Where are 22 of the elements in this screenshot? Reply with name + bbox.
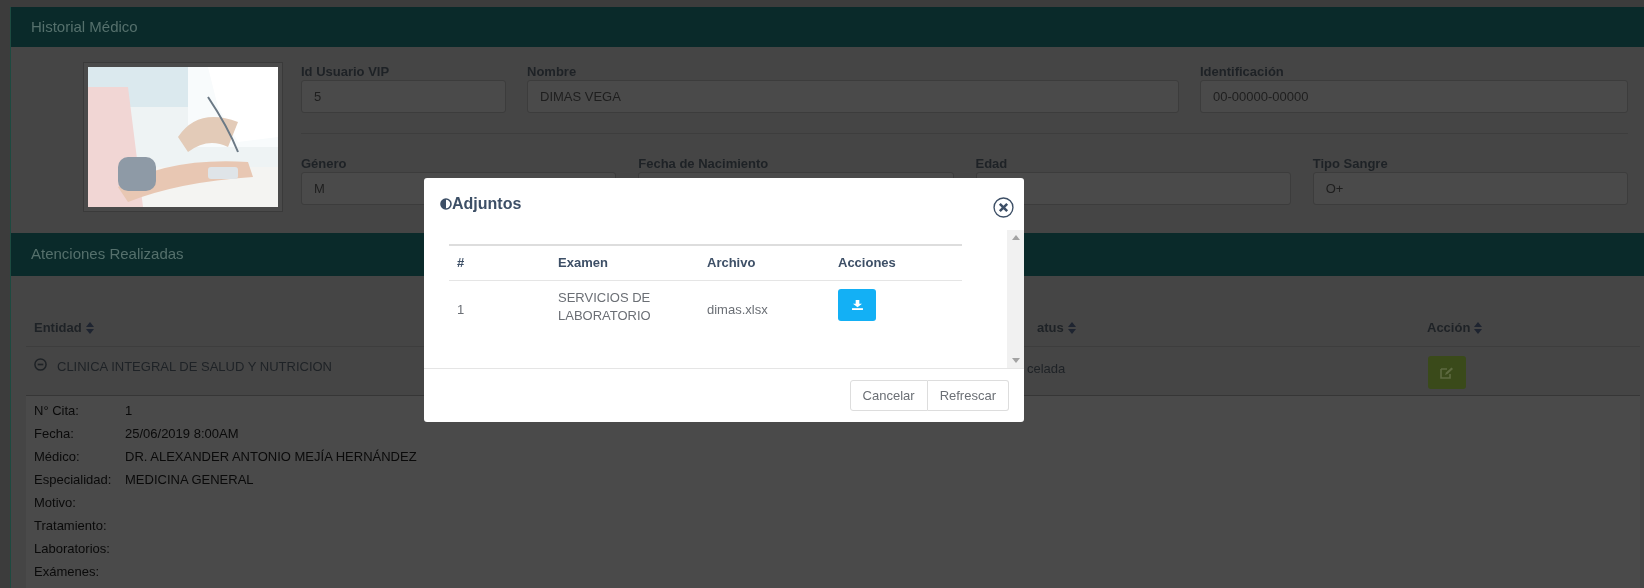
detail-label: Médico:: [34, 447, 81, 466]
column-header: Examen: [558, 254, 609, 273]
table-cell-text: 1: [457, 301, 466, 319]
detail-label: N° Cita:: [34, 401, 80, 420]
detail-label: Laboratorios:: [34, 539, 111, 558]
column-header: Archivo: [707, 254, 757, 273]
table-cell-text: SERVICIOS DE LABORATORIO: [558, 289, 652, 325]
detail-value: 1: [125, 401, 133, 420]
detail-value: DR. ALEXANDER ANTONIO MEJÍA HERNÁNDEZ: [125, 447, 417, 466]
detail-value: 25/06/2019 8:00AM: [125, 424, 239, 443]
table-cell-text: dimas.xlsx: [707, 301, 769, 319]
detail-label: Fecha:: [34, 424, 75, 443]
column-header: Acciones: [838, 254, 897, 273]
panel-title: Historial Médico: [31, 16, 138, 37]
detail-label: Motivo:: [34, 493, 77, 512]
column-header: #: [457, 254, 466, 273]
detail-value: MEDICINA GENERAL: [125, 470, 254, 489]
section-title: Atenciones Realizadas: [31, 244, 184, 265]
detail-label: Exámenes:: [34, 562, 101, 581]
detail-label: Tratamiento:: [34, 516, 108, 535]
dialog-title: Adjuntos: [452, 194, 522, 214]
detail-label: Especialidad:: [34, 470, 113, 489]
